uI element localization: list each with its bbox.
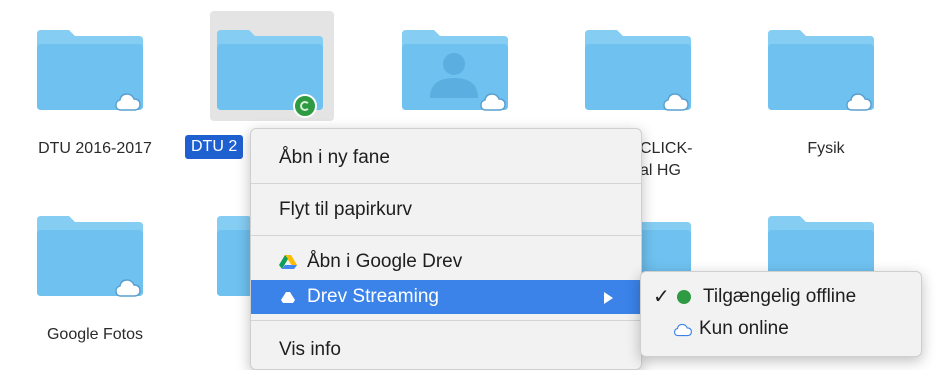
folder-label: Google Fotos	[46, 326, 144, 343]
checkmark-icon: ✓	[653, 286, 670, 308]
folder-fysik[interactable]: Fysik	[766, 12, 886, 162]
sync-check-icon	[293, 94, 317, 118]
menu-separator	[251, 235, 641, 236]
menu-item-move-to-trash[interactable]: Flyt til papirkurv	[251, 193, 641, 227]
cloud-icon	[846, 93, 872, 111]
folder-label: Fysik	[807, 140, 845, 157]
menu-separator	[251, 320, 641, 321]
drive-icon	[281, 292, 295, 303]
folder-label-selected[interactable]: DTU 2	[185, 135, 244, 159]
menu-separator	[251, 183, 641, 184]
cloud-icon	[115, 279, 141, 297]
google-drive-icon	[279, 255, 297, 269]
folder-label: DTU 2016-2017	[38, 140, 152, 157]
cloud-icon	[480, 93, 506, 111]
folder-google-fotos[interactable]: Google Fotos	[35, 198, 155, 348]
person-icon	[443, 53, 465, 75]
folder-label-click: CLICK- al HG	[640, 140, 693, 179]
cloud-icon	[115, 93, 141, 111]
cloud-icon	[663, 93, 689, 111]
menu-item-drive-streaming[interactable]: Drev Streaming	[251, 280, 641, 314]
submenu-item-available-offline[interactable]: ✓ Tilgængelig offline	[641, 282, 921, 312]
menu-item-get-info[interactable]: Vis info	[251, 333, 641, 367]
drive-streaming-submenu: ✓ Tilgængelig offline Kun online	[640, 271, 922, 357]
context-menu: Åbn i ny fane Flyt til papirkurv Åbn i G…	[250, 128, 642, 370]
menu-item-open-google-drive[interactable]: Åbn i Google Drev	[251, 245, 641, 279]
folder-dtu-2016-2017[interactable]: DTU 2016-2017	[35, 12, 155, 162]
submenu-item-online-only[interactable]: Kun online	[641, 314, 921, 344]
cloud-icon	[674, 323, 692, 337]
menu-item-open-new-tab[interactable]: Åbn i ny fane	[251, 141, 641, 175]
submenu-arrow-icon	[604, 292, 613, 304]
sync-check-icon	[677, 290, 691, 304]
